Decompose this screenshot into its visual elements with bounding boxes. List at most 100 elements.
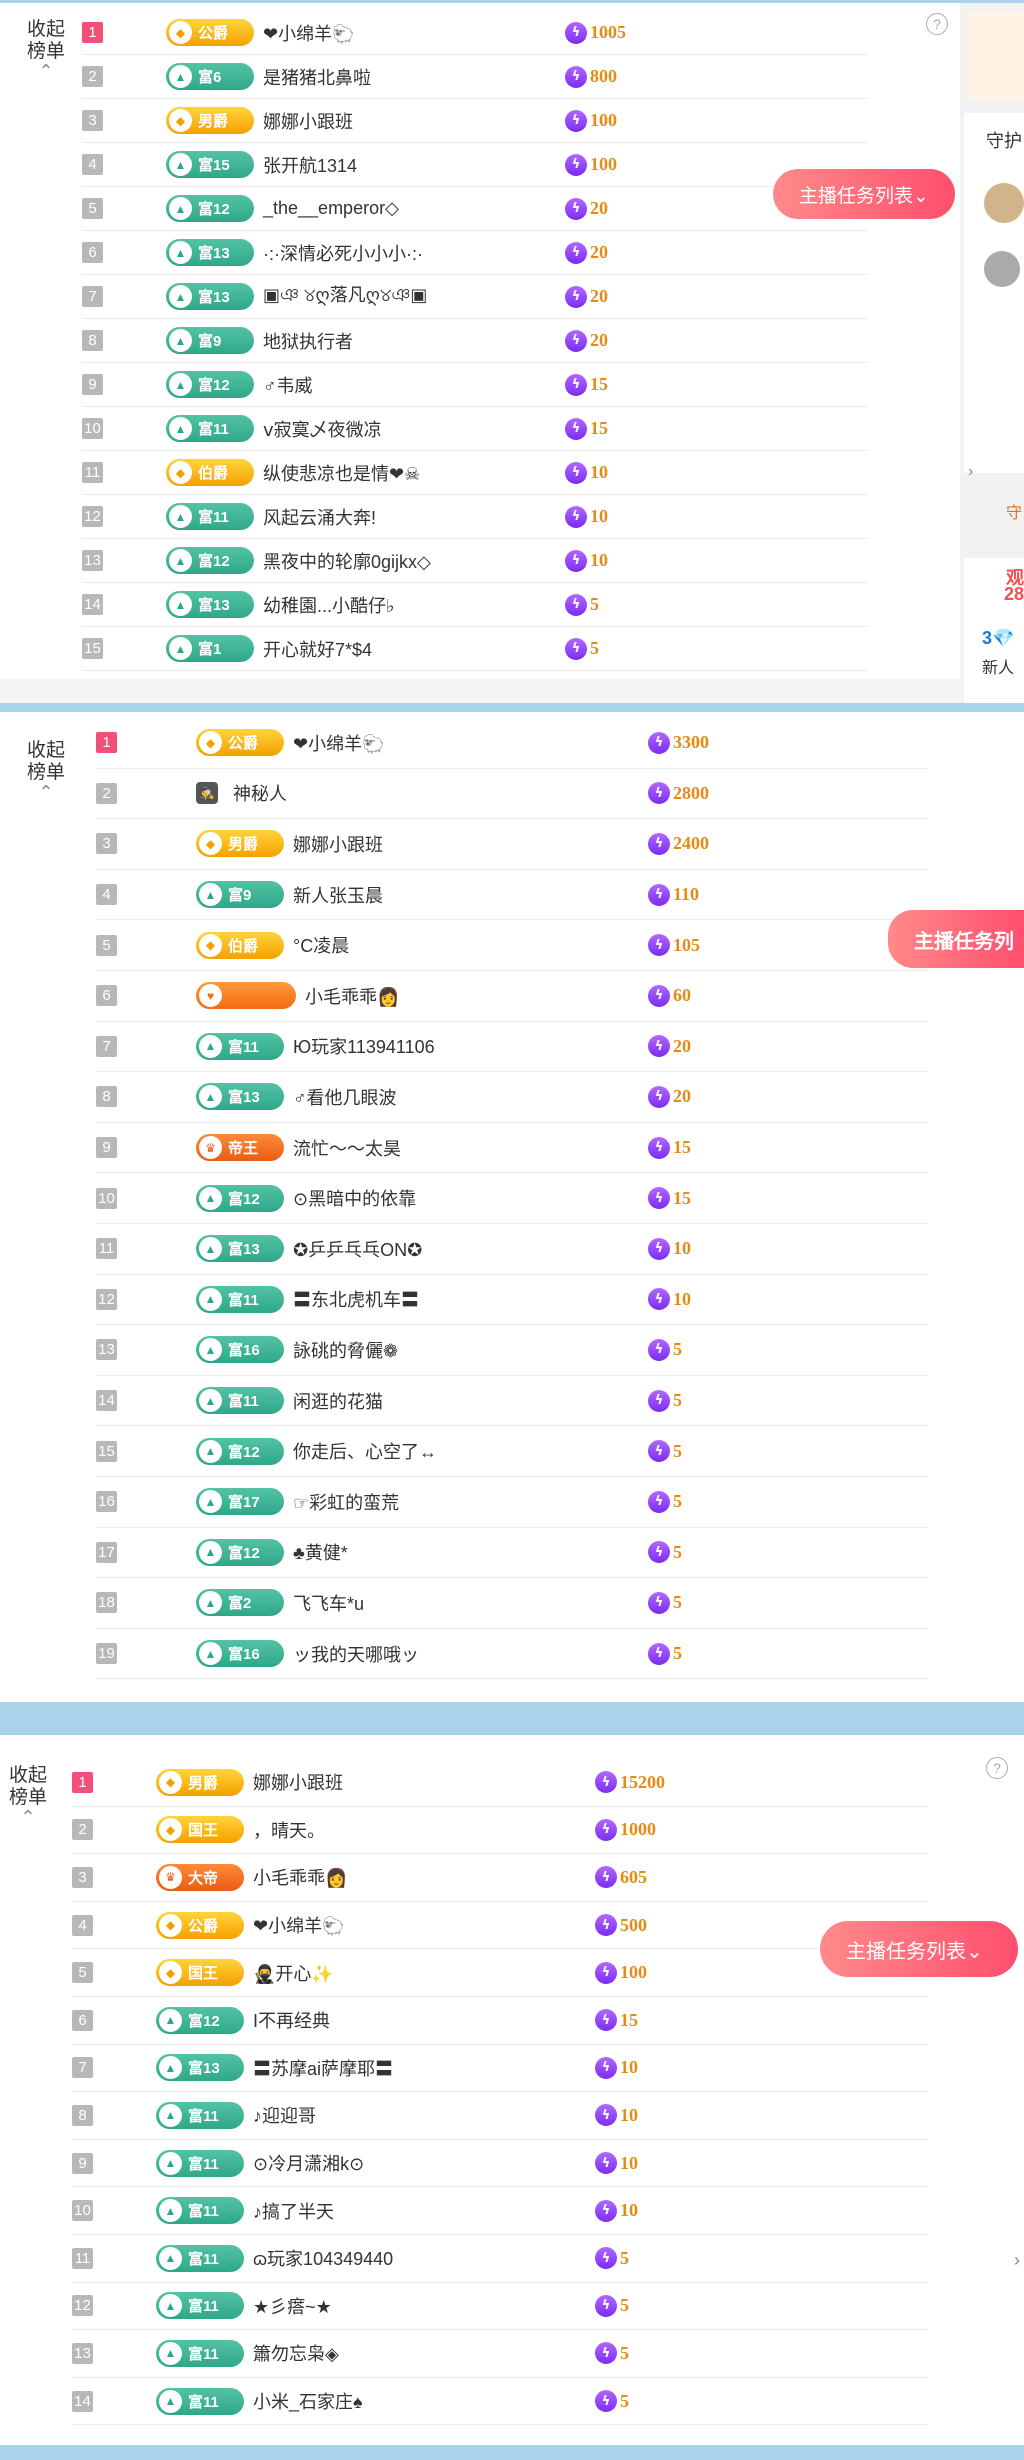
- user-name[interactable]: 小米_石家庄♠: [253, 2388, 363, 2414]
- leaderboard-row[interactable]: 10 ▲ 富12 ⊙黑暗中的依靠 ϟ 15: [96, 1173, 928, 1224]
- leaderboard-row[interactable]: 13 ▲ 富12 黑夜中的轮廓0gijkx◇ ϟ 10: [82, 539, 868, 583]
- user-name[interactable]: 飞飞车*u: [293, 1590, 364, 1616]
- leaderboard-row[interactable]: 13 ▲ 富16 詠䂪的脅儷❁ ϟ 5: [96, 1325, 928, 1376]
- user-name[interactable]: 地狱执行者: [263, 328, 353, 354]
- leaderboard-row[interactable]: 2 🕵 神秘人 ϟ 2800: [96, 769, 928, 820]
- user-name[interactable]: 簫勿忘枭◈: [253, 2340, 339, 2366]
- leaderboard-row[interactable]: 6 ▲ 富13 ·:·深情必死小小小·:· ϟ 20: [82, 231, 868, 275]
- user-name[interactable]: 🥷开心✨: [253, 1960, 334, 1986]
- user-name[interactable]: ッ我的天哪哦ッ: [293, 1641, 419, 1667]
- leaderboard-row[interactable]: 6 ▲ 富12 I不再经典 ϟ 15: [72, 1997, 928, 2045]
- user-name[interactable]: 风起云涌大奔!: [263, 504, 376, 530]
- help-icon[interactable]: ?: [986, 1757, 1008, 1779]
- leaderboard-row[interactable]: 9 ▲ 富12 ♂韦威 ϟ 15: [82, 363, 868, 407]
- user-name[interactable]: 〓东北虎机车〓: [293, 1286, 419, 1312]
- user-name[interactable]: 新人张玉晨: [293, 882, 383, 908]
- leaderboard-row[interactable]: 13 ▲ 富11 簫勿忘枭◈ ϟ 5: [72, 2330, 928, 2378]
- leaderboard-row[interactable]: 12 ▲ 富11 ★彡瘩~★ ϟ 5: [72, 2283, 928, 2331]
- leaderboard-row[interactable]: 2 ◆ 国王 ，晴天。 ϟ 1000: [72, 1807, 928, 1855]
- user-name[interactable]: ⊙黑暗中的依靠: [293, 1185, 416, 1211]
- leaderboard-row[interactable]: 5 ◆ 伯爵 °C凌晨 ϟ 105: [96, 920, 928, 971]
- collapse-leaderboard-button[interactable]: 收起 榜单 ⌃: [0, 1765, 56, 1826]
- leaderboard-row[interactable]: 14 ▲ 富13 幼稚園...小酷仔♭ ϟ 5: [82, 583, 868, 627]
- leaderboard-row[interactable]: 9 ▲ 富11 ⊙冷月潇湘k⊙ ϟ 10: [72, 2140, 928, 2188]
- user-name[interactable]: ⊙冷月潇湘k⊙: [253, 2150, 364, 2176]
- chevron-right-icon[interactable]: ›: [1014, 2250, 1020, 2271]
- user-name[interactable]: ♂韦威: [263, 372, 313, 398]
- leaderboard-row[interactable]: 14 ▲ 富11 小米_石家庄♠ ϟ 5: [72, 2378, 928, 2426]
- leaderboard-row[interactable]: 11 ▲ 富11 ɷ玩家104349440 ϟ 5: [72, 2235, 928, 2283]
- user-name[interactable]: ❤小绵羊🐑: [253, 1912, 345, 1938]
- leaderboard-row[interactable]: 5 ▲ 富12 _the__emperor◇ ϟ 20: [82, 187, 868, 231]
- user-name[interactable]: ♂看他几眼波: [293, 1084, 397, 1110]
- user-name[interactable]: ✪乒乒乓乓ON✪: [293, 1236, 422, 1262]
- chevron-right-icon[interactable]: ›: [968, 463, 973, 481]
- user-name[interactable]: 娜娜小跟班: [253, 1769, 343, 1795]
- user-name[interactable]: ♪搞了半天: [253, 2198, 334, 2224]
- help-icon[interactable]: ?: [926, 13, 948, 35]
- leaderboard-row[interactable]: 8 ▲ 富13 ♂看他几眼波 ϟ 20: [96, 1072, 928, 1123]
- user-name[interactable]: 小毛乖乖👩: [305, 983, 399, 1009]
- leaderboard-row[interactable]: 17 ▲ 富12 ♣黄健* ϟ 5: [96, 1528, 928, 1579]
- gift-box-icon[interactable]: [968, 11, 1024, 101]
- user-name[interactable]: ❤小绵羊🐑: [293, 730, 385, 756]
- user-name[interactable]: 神秘人: [233, 780, 287, 806]
- user-name[interactable]: 黑夜中的轮廓0gijkx◇: [263, 548, 431, 574]
- user-name[interactable]: ⅴ寂寞乄夜微凉: [263, 416, 382, 442]
- leaderboard-row[interactable]: 6 ♥ 小毛乖乖👩 ϟ 60: [96, 971, 928, 1022]
- leaderboard-row[interactable]: 8 ▲ 富11 ♪迎迎哥 ϟ 10: [72, 2092, 928, 2140]
- leaderboard-row[interactable]: 15 ▲ 富1 开心就好7*$4 ϟ 5: [82, 627, 868, 671]
- leaderboard-row[interactable]: 8 ▲ 富9 地狱执行者 ϟ 20: [82, 319, 868, 363]
- user-name[interactable]: ♪迎迎哥: [253, 2102, 316, 2128]
- user-name[interactable]: 张开航1314: [263, 152, 357, 178]
- user-name[interactable]: ·:·深情必死小小小·:·: [263, 240, 423, 266]
- user-name[interactable]: Ю玩家113941106: [293, 1033, 435, 1059]
- leaderboard-row[interactable]: 3 ♛ 大帝 小毛乖乖👩 ϟ 605: [72, 1854, 928, 1902]
- user-name[interactable]: _the__emperor◇: [263, 198, 399, 219]
- user-name[interactable]: 娜娜小跟班: [293, 831, 383, 857]
- user-name[interactable]: 幼稚園...小酷仔♭: [263, 592, 395, 618]
- user-name[interactable]: 娜娜小跟班: [263, 108, 353, 134]
- leaderboard-row[interactable]: 14 ▲ 富11 闲逛的花猫 ϟ 5: [96, 1376, 928, 1427]
- user-name[interactable]: 〓苏摩ai萨摩耶〓: [253, 2055, 393, 2081]
- leaderboard-row[interactable]: 16 ▲ 富17 ☞彩虹的蛮荒 ϟ 5: [96, 1477, 928, 1528]
- leaderboard-row[interactable]: 1 ◆ 公爵 ❤小绵羊🐑 ϟ 3300: [96, 718, 928, 769]
- leaderboard-row[interactable]: 5 ◆ 国王 🥷开心✨ ϟ 100: [72, 1949, 928, 1997]
- user-name[interactable]: ★彡瘩~★: [253, 2293, 332, 2319]
- leaderboard-row[interactable]: 3 ◆ 男爵 娜娜小跟班 ϟ 100: [82, 99, 868, 143]
- leaderboard-row[interactable]: 3 ◆ 男爵 娜娜小跟班 ϟ 2400: [96, 819, 928, 870]
- leaderboard-row[interactable]: 1 ◆ 公爵 ❤小绵羊🐑 ϟ 1005: [82, 11, 868, 55]
- guard-tab[interactable]: 守护: [986, 127, 1022, 153]
- leaderboard-row[interactable]: 9 ♛ 帝王 流忙～～太昊 ϟ 15: [96, 1123, 928, 1174]
- user-name[interactable]: ☞彩虹的蛮荒: [293, 1489, 399, 1515]
- leaderboard-row[interactable]: 10 ▲ 富11 ⅴ寂寞乄夜微凉 ϟ 15: [82, 407, 868, 451]
- user-name[interactable]: 你走后、心空了↔: [293, 1438, 437, 1464]
- user-name[interactable]: ɷ玩家104349440: [253, 2245, 393, 2271]
- guard-link[interactable]: 守: [1006, 499, 1022, 523]
- user-name[interactable]: °C凌晨: [293, 932, 349, 958]
- streamer-task-list-button[interactable]: 主播任务列表⌄: [773, 169, 955, 219]
- leaderboard-row[interactable]: 4 ▲ 富9 新人张玉晨 ϟ 110: [96, 870, 928, 921]
- user-name[interactable]: 闲逛的花猫: [293, 1388, 383, 1414]
- user-name[interactable]: ，晴天。: [253, 1817, 325, 1843]
- guard-avatar-2[interactable]: [984, 251, 1020, 287]
- user-name[interactable]: 流忙～～太昊: [293, 1135, 401, 1161]
- user-name[interactable]: 是猪猪北鼻啦: [263, 64, 371, 90]
- user-name[interactable]: 纵使悲凉也是情❤☠: [263, 460, 420, 486]
- leaderboard-row[interactable]: 18 ▲ 富2 飞飞车*u ϟ 5: [96, 1578, 928, 1629]
- leaderboard-row[interactable]: 7 ▲ 富11 Ю玩家113941106 ϟ 20: [96, 1022, 928, 1073]
- streamer-task-list-button[interactable]: 主播任务列表⌄: [820, 1921, 1018, 1977]
- leaderboard-row[interactable]: 7 ▲ 富13 〓苏摩ai萨摩耶〓 ϟ 10: [72, 2045, 928, 2093]
- user-name[interactable]: 詠䂪的脅儷❁: [293, 1337, 398, 1363]
- leaderboard-row[interactable]: 12 ▲ 富11 〓东北虎机车〓 ϟ 10: [96, 1275, 928, 1326]
- leaderboard-row[interactable]: 15 ▲ 富12 你走后、心空了↔ ϟ 5: [96, 1426, 928, 1477]
- user-name[interactable]: 开心就好7*$4: [263, 636, 372, 662]
- leaderboard-row[interactable]: 11 ◆ 伯爵 纵使悲凉也是情❤☠ ϟ 10: [82, 451, 868, 495]
- user-name[interactable]: ▣ঞ ୪ღ落凡ღ୪ঞ▣: [263, 281, 427, 312]
- leaderboard-row[interactable]: 11 ▲ 富13 ✪乒乒乓乓ON✪ ϟ 10: [96, 1224, 928, 1275]
- user-name[interactable]: 小毛乖乖👩: [253, 1864, 347, 1890]
- user-name[interactable]: I不再经典: [253, 2007, 330, 2033]
- collapse-leaderboard-button[interactable]: 收起 榜单 ⌃: [18, 19, 74, 80]
- leaderboard-row[interactable]: 12 ▲ 富11 风起云涌大奔! ϟ 10: [82, 495, 868, 539]
- leaderboard-row[interactable]: 2 ▲ 富6 是猪猪北鼻啦 ϟ 800: [82, 55, 868, 99]
